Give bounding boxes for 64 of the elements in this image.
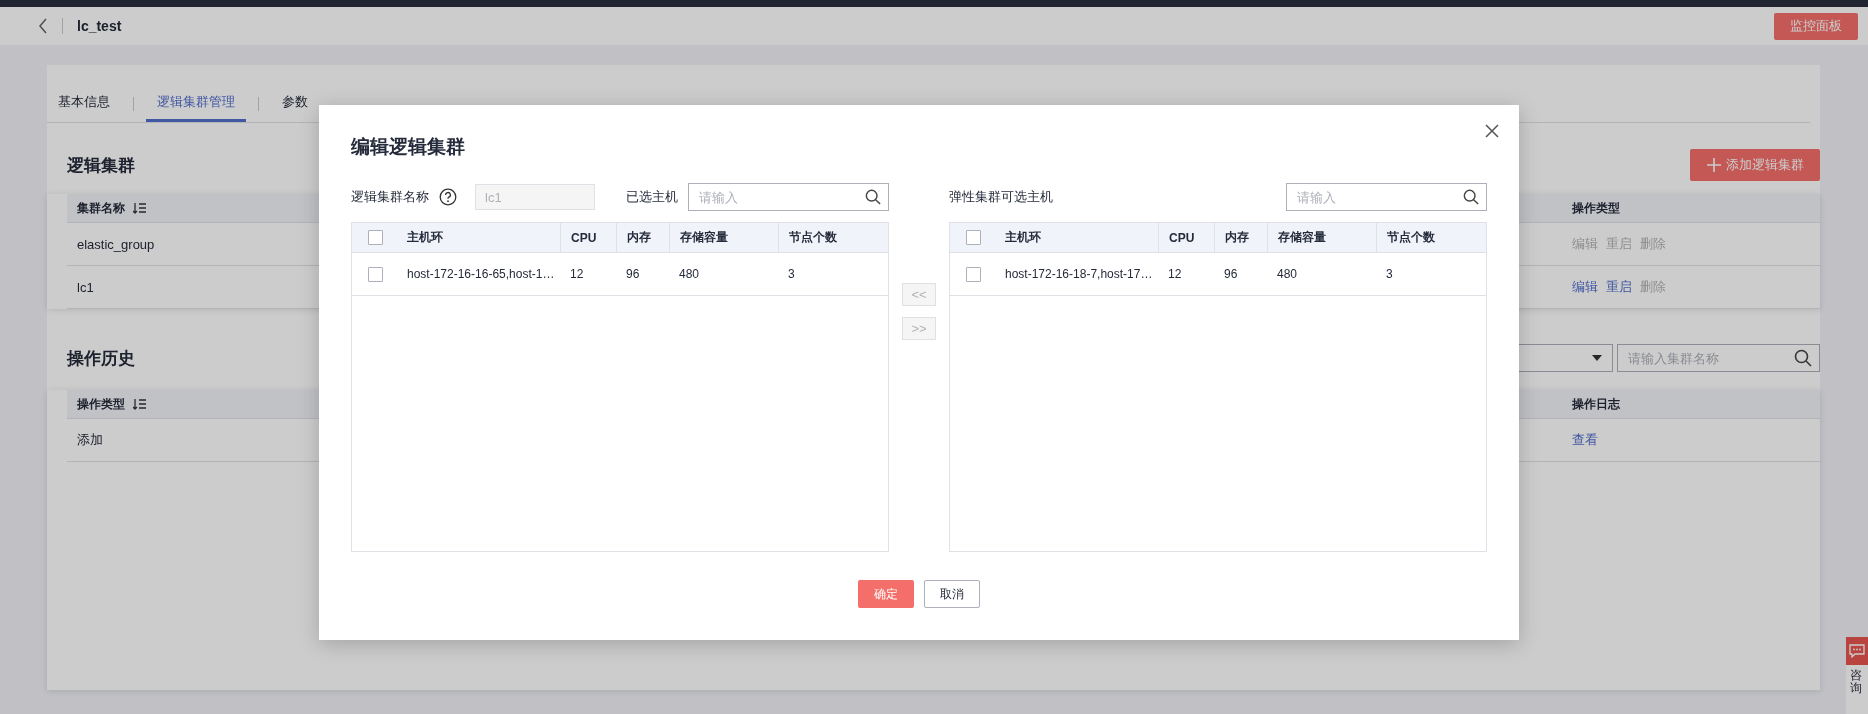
column-header[interactable]: 操作类型 — [77, 395, 147, 413]
column-header: 主机环 — [1005, 229, 1041, 246]
caret-icon — [1592, 355, 1602, 361]
panel-label: 弹性集群可选主机 — [949, 188, 1054, 206]
search-icon[interactable] — [1794, 349, 1812, 367]
column-header: 主机环 — [407, 229, 443, 246]
search-field[interactable]: 请输入集群名称 — [1617, 344, 1820, 372]
column-header: CPU — [1169, 230, 1195, 245]
column-header: 存储容量 — [680, 229, 728, 246]
help-label[interactable]: 咨询 — [1846, 665, 1862, 696]
action-link[interactable]: 编辑 — [1572, 278, 1598, 296]
search-field[interactable]: 请输入 — [1286, 183, 1487, 211]
column-header: 内存 — [627, 229, 651, 246]
row-checkbox[interactable] — [966, 266, 981, 282]
page-title: lc_test — [77, 18, 122, 34]
table-cell: host-172-16-18-7,host-17… — [1005, 267, 1153, 281]
table-cell: 480 — [679, 267, 700, 281]
action-link[interactable]: 重启 — [1606, 278, 1632, 296]
cancel-button[interactable]: 取消 — [924, 580, 980, 608]
column-header: 节点个数 — [1387, 229, 1435, 246]
table-cell: 96 — [626, 267, 640, 281]
plus-icon — [1706, 157, 1722, 173]
add-cluster-button[interactable]: 添加逻辑集群 — [1690, 149, 1820, 181]
column-header: 存储容量 — [1278, 229, 1326, 246]
column-header: 节点个数 — [789, 229, 837, 246]
tab[interactable]: 参数 — [271, 85, 319, 122]
table-cell: 96 — [1224, 267, 1238, 281]
close-icon[interactable] — [1485, 124, 1499, 138]
section-title: 逻辑集群 — [67, 154, 135, 177]
column-header: 操作日志 — [1572, 395, 1620, 413]
table-cell: lc1 — [77, 279, 94, 295]
column-header: CPU — [571, 230, 597, 245]
table-cell: 480 — [1277, 267, 1298, 281]
help-icon[interactable] — [439, 188, 457, 206]
section-title: 操作历史 — [67, 347, 135, 370]
search-field[interactable]: 请输入 — [688, 183, 889, 211]
search-icon[interactable] — [1463, 189, 1479, 205]
select-all-checkbox[interactable] — [966, 230, 981, 245]
tab[interactable]: 逻辑集群管理 — [146, 85, 246, 122]
chat-icon — [1849, 644, 1865, 658]
panel-label: 已选主机 — [625, 188, 678, 206]
table-cell: 添加 — [77, 431, 103, 449]
row-checkbox[interactable] — [368, 266, 383, 282]
table-cell: 3 — [788, 267, 795, 281]
table-cell: elastic_group — [77, 236, 155, 252]
sort-icon[interactable] — [133, 398, 147, 410]
tab[interactable]: 基本信息 — [47, 85, 121, 122]
back-icon[interactable] — [38, 18, 48, 34]
help-widget[interactable]: 咨询 — [1846, 637, 1868, 714]
select-all-checkbox[interactable] — [368, 230, 383, 245]
field-label: 逻辑集群名称 — [351, 188, 429, 206]
table-cell: 12 — [570, 267, 584, 281]
view-log-link[interactable]: 查看 — [1572, 431, 1598, 449]
search-icon[interactable] — [865, 189, 881, 205]
column-header: 内存 — [1225, 229, 1249, 246]
column-header: 操作类型 — [1572, 199, 1620, 217]
dialog-title: 编辑逻辑集群 — [351, 135, 466, 159]
table-cell: host-172-16-16-65,host-1… — [407, 267, 555, 281]
monitor-button[interactable]: 监控面板 — [1774, 12, 1858, 40]
table-cell: 12 — [1168, 267, 1182, 281]
column-header[interactable]: 集群名称 — [77, 199, 147, 217]
table-cell: 3 — [1386, 267, 1393, 281]
sort-icon[interactable] — [133, 202, 147, 214]
confirm-button[interactable]: 确定 — [858, 580, 914, 608]
